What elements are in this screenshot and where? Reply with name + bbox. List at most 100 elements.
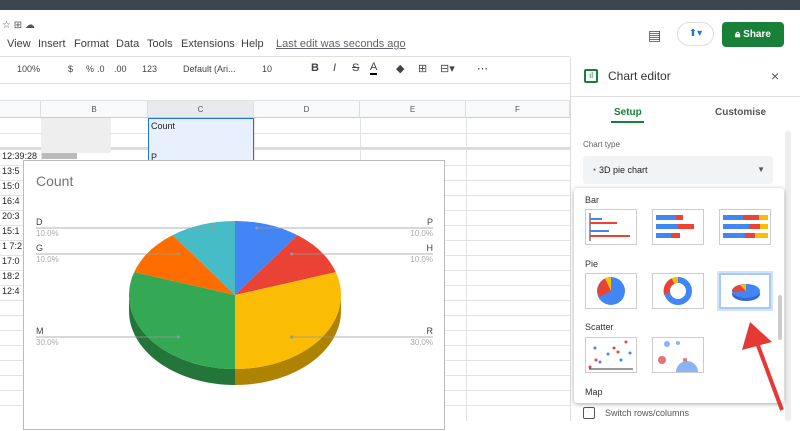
menu-view[interactable]: View bbox=[7, 38, 31, 50]
column-line bbox=[466, 118, 467, 421]
menu-data[interactable]: Data bbox=[116, 38, 139, 50]
pie-icon: ◔ bbox=[591, 165, 599, 175]
share-button[interactable]: 🔒︎ Share bbox=[722, 22, 784, 47]
section-scatter: Scatter bbox=[585, 322, 614, 332]
bar-chart-option[interactable] bbox=[585, 209, 637, 245]
column-header-d[interactable]: D bbox=[254, 101, 360, 118]
italic-button[interactable]: I bbox=[333, 62, 336, 74]
scatter-chart-option[interactable] bbox=[585, 337, 637, 373]
switch-rows-checkbox[interactable] bbox=[583, 407, 595, 419]
font-select[interactable]: Default (Ari... bbox=[183, 64, 236, 74]
column-header-a[interactable] bbox=[0, 101, 41, 118]
slice-label-G: G bbox=[36, 243, 43, 253]
lock-icon: 🔒︎ bbox=[735, 29, 744, 40]
time-cell[interactable]: 12:4 bbox=[2, 286, 20, 296]
percent-button[interactable]: % bbox=[86, 64, 94, 74]
column-header-c[interactable]: C bbox=[148, 101, 254, 118]
section-map: Map bbox=[585, 387, 603, 397]
selected-range[interactable]: Count P bbox=[148, 118, 254, 163]
time-cell[interactable]: 13:5 bbox=[2, 166, 20, 176]
slice-percent-P: 10.0% bbox=[410, 229, 433, 238]
menu-tools[interactable]: Tools bbox=[147, 38, 173, 50]
pie-chart-option[interactable] bbox=[585, 273, 637, 309]
time-cell[interactable]: 1 7:2 bbox=[2, 241, 22, 251]
editor-title: Chart editor bbox=[608, 69, 671, 83]
present-button[interactable]: ⬆▾ bbox=[677, 22, 714, 46]
divider bbox=[0, 83, 570, 84]
leader-dot-M bbox=[176, 335, 180, 339]
column-header-b[interactable]: B bbox=[41, 101, 148, 118]
doughnut-chart-option[interactable] bbox=[652, 273, 704, 309]
slice-label-P: P bbox=[427, 217, 433, 227]
comment-icon[interactable]: ▤ bbox=[648, 27, 661, 44]
slice-label-R: R bbox=[427, 326, 434, 336]
time-cell[interactable]: 15:0 bbox=[2, 181, 20, 191]
3d-pie-chart-option[interactable] bbox=[719, 273, 771, 309]
menu-insert[interactable]: Insert bbox=[38, 38, 66, 50]
time-cell[interactable]: 16:4 bbox=[2, 196, 20, 206]
slice-label-H: H bbox=[427, 243, 434, 253]
section-bar: Bar bbox=[585, 195, 600, 205]
time-cell[interactable]: 18:2 bbox=[2, 271, 20, 281]
menu-help[interactable]: Help bbox=[241, 38, 264, 50]
chart-icon: ıl bbox=[584, 69, 598, 83]
cell-c1[interactable]: Count bbox=[151, 121, 251, 131]
leader-dot-D bbox=[211, 226, 215, 230]
decrease-decimal-button[interactable]: .0 bbox=[97, 64, 105, 74]
pie-chart: P 10.0% H 10.0% R 30.0% M 30.0% G 10.0% D 10.0% bbox=[36, 217, 434, 385]
leader-dot-R bbox=[290, 335, 294, 339]
borders-icon[interactable]: ⊞ bbox=[418, 62, 427, 75]
chart-type-label: Chart type bbox=[583, 140, 620, 149]
tab-setup[interactable]: Setup bbox=[614, 107, 642, 118]
slice-percent-G: 10.0% bbox=[36, 255, 59, 264]
100-stacked-bar-chart-option[interactable] bbox=[719, 209, 771, 245]
last-edit-link[interactable]: Last edit was seconds ago bbox=[276, 38, 406, 50]
redacted-cell bbox=[41, 118, 111, 153]
tab-underline bbox=[611, 121, 644, 123]
divider bbox=[0, 56, 570, 57]
redacted-cell bbox=[42, 153, 77, 159]
red-arrow-annotation bbox=[742, 322, 784, 411]
tab-customise[interactable]: Customise bbox=[715, 107, 766, 118]
chart-type-dropdown[interactable]: ◔ 3D pie chart ▼ bbox=[583, 156, 773, 184]
slice-percent-R: 30.0% bbox=[410, 338, 433, 347]
time-cell[interactable]: 17:0 bbox=[2, 256, 20, 266]
slice-percent-M: 30.0% bbox=[36, 338, 59, 347]
slice-label-M: M bbox=[36, 326, 44, 336]
menu-format[interactable]: Format bbox=[74, 38, 109, 50]
font-size-select[interactable]: 10 bbox=[262, 64, 272, 74]
merge-cells-icon[interactable]: ⊟▾ bbox=[440, 62, 455, 75]
strikethrough-button[interactable]: S bbox=[352, 62, 359, 74]
text-color-button[interactable]: A bbox=[370, 61, 378, 75]
increase-decimal-button[interactable]: .00 bbox=[114, 64, 127, 74]
divider bbox=[571, 96, 800, 97]
slice-label-D: D bbox=[36, 217, 43, 227]
number-format-button[interactable]: 123 bbox=[142, 64, 157, 74]
currency-button[interactable]: $ bbox=[68, 64, 73, 74]
time-cell[interactable]: 15:1 bbox=[2, 226, 20, 236]
browser-top-bar bbox=[0, 0, 800, 10]
bubble-chart-option[interactable] bbox=[652, 337, 704, 383]
doc-icons: ☆ ⊞ ☁ bbox=[2, 20, 35, 31]
time-cell[interactable]: 20:3 bbox=[2, 211, 20, 221]
slice-percent-H: 10.0% bbox=[410, 255, 433, 264]
leader-dot-G bbox=[176, 252, 180, 256]
zoom-select[interactable]: 100% bbox=[17, 64, 40, 74]
column-header-f[interactable]: F bbox=[466, 101, 570, 118]
chevron-down-icon: ▼ bbox=[757, 165, 765, 174]
close-icon[interactable]: × bbox=[771, 68, 779, 84]
bold-button[interactable]: B bbox=[311, 62, 319, 74]
share-label: Share bbox=[743, 29, 771, 40]
fill-color-icon[interactable]: ◆ bbox=[396, 62, 404, 75]
chart-container[interactable]: Count P 10.0% H 10.0% R 30.0% M 30.0% G 10.0% D 10.… bbox=[23, 160, 445, 430]
column-header-e[interactable]: E bbox=[360, 101, 466, 118]
stacked-bar-chart-option[interactable] bbox=[652, 209, 704, 245]
menu-extensions[interactable]: Extensions bbox=[181, 38, 235, 50]
more-button[interactable]: ⋯ bbox=[477, 62, 488, 75]
switch-rows-label: Switch rows/columns bbox=[605, 408, 690, 418]
leader-dot-H bbox=[290, 252, 294, 256]
slice-percent-D: 10.0% bbox=[36, 229, 59, 238]
leader-dot-P bbox=[255, 226, 259, 230]
chart-type-value: 3D pie chart bbox=[598, 165, 648, 175]
section-pie: Pie bbox=[585, 259, 599, 269]
